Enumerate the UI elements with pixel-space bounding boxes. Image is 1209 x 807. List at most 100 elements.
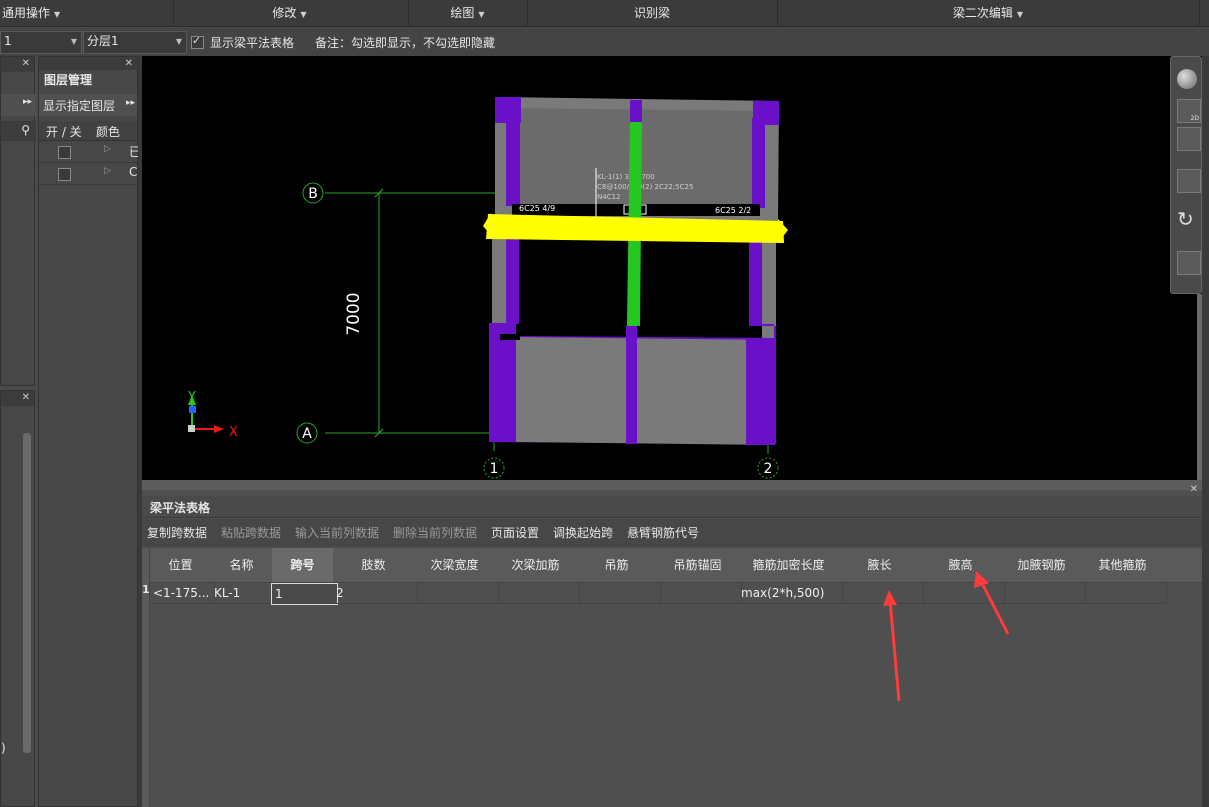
search-icon[interactable]: ⚲ (21, 123, 30, 137)
close-icon[interactable]: ✕ (22, 57, 30, 71)
cantilever-rebar-button[interactable]: 悬臂钢筋代号 (627, 524, 699, 542)
close-icon[interactable]: ✕ (22, 391, 30, 405)
cube-view-icon[interactable] (1177, 169, 1201, 193)
chevron-down-icon: ▼ (54, 10, 61, 19)
annotation-overlay (883, 571, 1010, 702)
left-purple-beam (506, 236, 519, 324)
layer-row[interactable]: ▷ 已 (39, 141, 141, 163)
close-icon[interactable]: ✕ (1190, 484, 1198, 495)
layer-panel-title: 图层管理 (44, 73, 93, 87)
3d-box-icon[interactable] (1177, 127, 1201, 151)
ucs-x-label: X (229, 425, 238, 440)
copy-span-button[interactable]: 复制跨数据 (147, 524, 207, 542)
beam-annotation-line3: N4C12 (597, 193, 621, 201)
expand-icon[interactable]: ▸▸ (23, 97, 32, 107)
recognize-label: 识别梁 (633, 6, 670, 20)
table-panel-topbar (142, 484, 1202, 490)
recognize-beam-menu[interactable]: 识别梁 (527, 0, 778, 27)
truncated-text: ) (1, 741, 6, 755)
property-toolbar: 1 ▼ 分层1 ▼ ✓ 显示梁平法表格 备注：勾选即显示，不勾选即隐藏 (0, 28, 1209, 56)
layer-table-header: 开 / 关 颜色 (39, 121, 137, 141)
left-rebar-label: 6C25 4/9 (519, 204, 555, 213)
general-ops-menu[interactable]: 通用操作 ▼ (0, 0, 174, 27)
orbit-icon[interactable] (1177, 69, 1197, 89)
page-setup-button[interactable]: 页面设置 (491, 524, 539, 542)
layer-visible-checkbox[interactable] (58, 168, 71, 181)
left-gray-beam (492, 226, 506, 336)
lower-gray-slab (516, 337, 775, 445)
red-arrow-haunch-height (979, 580, 1010, 635)
2d-text-icon: 2D (1190, 115, 1199, 122)
properties-icon[interactable] (1177, 251, 1201, 275)
chevron-down-icon: ▼ (478, 10, 485, 19)
table-toolbar: 复制跨数据 粘贴跨数据 输入当前列数据 删除当前列数据 页面设置 调换起始跨 悬… (142, 519, 1202, 547)
beam-secondary-edit-menu[interactable]: 梁二次编辑 ▼ (777, 0, 1200, 27)
layer-management-panel: ✕ 图层管理 显示指定图层 ▸▸ 开 / 关 颜色 ▷ 已 ▷ C (38, 56, 141, 807)
general-ops-label: 通用操作 (2, 6, 51, 20)
layer-select[interactable]: 分层1 ▼ (83, 31, 187, 54)
right-gray-beam (762, 228, 776, 338)
column-bottom-left (489, 336, 516, 442)
input-column-button[interactable]: 输入当前列数据 (295, 524, 379, 542)
red-arrow-haunch-length (888, 599, 901, 702)
show-layer-button[interactable]: 显示指定图层 ▸▸ (39, 94, 137, 116)
dropdown-arrow-icon: ▼ (175, 37, 182, 46)
modify-menu[interactable]: 修改 ▼ (171, 0, 409, 27)
floor-select-value: 1 (4, 34, 12, 48)
floor-select[interactable]: 1 ▼ (0, 31, 82, 54)
red-arrowhead-icon (883, 590, 897, 606)
left-tool-panel: ✕ ▸▸ ⚲ (0, 56, 36, 386)
show-table-label: 显示梁平法表格 (210, 36, 295, 50)
left-search-box[interactable]: ⚲ (1, 121, 36, 141)
ucs-origin (188, 425, 195, 432)
2d-view-icon[interactable]: 2D (1177, 99, 1201, 123)
dimension-text: 7000 (344, 292, 364, 335)
column-bottom-right (746, 338, 775, 445)
axis-a-label: A (302, 426, 312, 442)
left-list-panel: ✕ ) (0, 390, 35, 807)
lower-notch-left (500, 334, 520, 340)
checkmark-icon: ✓ (192, 34, 202, 47)
right-edge-bar (1202, 56, 1209, 807)
show-layer-label: 显示指定图层 (43, 99, 116, 113)
draw-menu[interactable]: 绘图 ▼ (408, 0, 528, 27)
expand-arrow-icon[interactable]: ▷ (104, 144, 111, 154)
scrollbar-thumb[interactable] (23, 433, 31, 753)
table-title-bar: 梁平法表格 (142, 496, 1202, 518)
drawing-viewport[interactable]: 7000 B A 1 2 6C25 4/9 6C25 2/2 KL-1(1) 3… (142, 56, 1202, 480)
right-purple-beam (749, 238, 762, 326)
beam-table-panel: ✕ 梁平法表格 复制跨数据 粘贴跨数据 输入当前列数据 删除当前列数据 页面设置… (142, 484, 1203, 807)
draw-label: 绘图 (450, 6, 475, 20)
delete-column-button[interactable]: 删除当前列数据 (393, 524, 477, 542)
ucs-y-label: Y (187, 390, 196, 405)
model-canvas[interactable]: 7000 B A 1 2 6C25 4/9 6C25 2/2 KL-1(1) 3… (142, 56, 1202, 480)
left-list-header: ✕ (1, 391, 34, 406)
layer-row[interactable]: ▷ C (39, 163, 137, 185)
secondary-edit-label: 梁二次编辑 (952, 6, 1013, 20)
layer-select-value: 分层1 (87, 34, 119, 48)
swap-start-span-button[interactable]: 调换起始跨 (553, 524, 613, 542)
chevron-down-icon: ▼ (300, 10, 307, 19)
upper-left-beam-side (506, 116, 520, 206)
left-panel-row: ▸▸ (1, 94, 36, 116)
axis-1-label: 1 (490, 461, 499, 477)
layer-name: C (129, 165, 138, 179)
chevron-down-icon: ▼ (1016, 10, 1024, 19)
expand-arrow-icon[interactable]: ▷ (104, 166, 111, 176)
expand-icon[interactable]: ▸▸ (126, 98, 135, 108)
close-icon[interactable]: ✕ (125, 57, 133, 71)
beam-grid: 1 位置 名称 跨号 肢数 次梁宽度 次梁加筋 吊筋 吊筋锚固 箍筋加密长度 腋… (142, 548, 1203, 807)
paste-span-button[interactable]: 粘贴跨数据 (221, 524, 281, 542)
layer-visible-checkbox[interactable] (58, 146, 71, 159)
view-toolbar: 2D ↻ (1170, 56, 1202, 294)
dropdown-arrow-icon: ▼ (70, 37, 77, 46)
table-title: 梁平法表格 (150, 501, 211, 515)
beam-annotation-line1: KL-1(1) 350*700 (597, 173, 655, 181)
modify-label: 修改 (272, 6, 297, 20)
layer-panel-header: ✕ (39, 57, 137, 70)
col-color: 颜色 (96, 125, 121, 139)
toolbar-note: 备注：勾选即显示，不勾选即隐藏 (315, 36, 496, 50)
right-rebar-label: 6C25 2/2 (715, 206, 751, 215)
rotate-icon[interactable]: ↻ (1177, 207, 1194, 231)
show-table-checkbox[interactable]: ✓ (191, 34, 204, 49)
